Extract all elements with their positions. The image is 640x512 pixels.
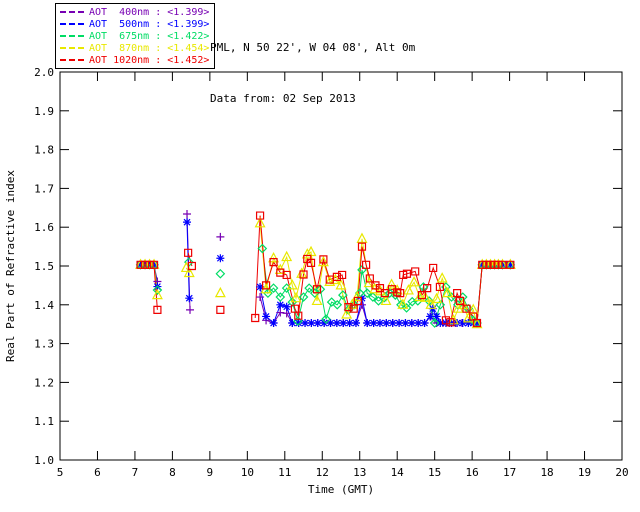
legend-item-aot-500nm: AOT 500nm : <1.399> xyxy=(60,18,209,30)
legend-item-aot-870nm: AOT 870nm : <1.454> xyxy=(60,42,209,54)
x-tick-label: 7 xyxy=(132,466,139,479)
legend-item-aot-675nm: AOT 675nm : <1.422> xyxy=(60,30,209,42)
plot-page: 5 6 7 8 9 10 11 12 13 14 15 16 17 18 19 20 1.0 1.1 1.2 1.3 1… xyxy=(0,0,640,512)
asterisk-marker xyxy=(351,319,360,328)
y-tick-label: 1.2 xyxy=(34,376,54,389)
y-tick-label: 1.8 xyxy=(34,144,54,157)
x-tick-label: 8 xyxy=(169,466,176,479)
y-tick-label: 1.7 xyxy=(34,182,54,195)
plot-header: PML, N 50 22', W 04 08', Alt 0m Data fro… xyxy=(210,5,415,141)
x-tick-label: 11 xyxy=(278,466,291,479)
triangle-marker xyxy=(214,286,226,298)
legend-label: AOT 500nm : <1.399> xyxy=(89,18,210,30)
asterisk-marker xyxy=(216,254,225,263)
y-tick-label: 1.6 xyxy=(34,221,54,234)
legend: AOT 400nm : <1.399> AOT 500nm : <1.399> AO… xyxy=(55,3,216,69)
y-tick-label: 1.5 xyxy=(34,260,54,273)
series-line-aot-1020nm xyxy=(140,264,158,310)
asterisk-marker xyxy=(185,294,194,303)
date-info: Data from: 02 Sep 2013 xyxy=(210,92,356,105)
legend-item-aot-400nm: AOT 400nm : <1.399> xyxy=(60,6,209,18)
x-tick-label: 5 xyxy=(57,466,64,479)
asterisk-marker xyxy=(276,300,285,309)
plus-marker xyxy=(183,210,192,219)
plus-marker xyxy=(216,232,225,241)
y-tick-label: 1.9 xyxy=(34,105,54,118)
asterisk-marker xyxy=(183,218,192,227)
y-tick-label: 1.1 xyxy=(34,415,54,428)
plus-marker xyxy=(186,305,195,314)
x-tick-label: 12 xyxy=(316,466,329,479)
y-axis-title: Real Part of Refractive index xyxy=(4,170,17,362)
station-info: PML, N 50 22', W 04 08', Alt 0m xyxy=(210,41,416,54)
legend-line-sample xyxy=(60,59,84,61)
x-tick-label: 14 xyxy=(391,466,405,479)
legend-line-sample xyxy=(60,47,84,49)
x-axis-title: Time (GMT) xyxy=(308,483,374,496)
diamond-marker xyxy=(215,268,226,279)
legend-line-sample xyxy=(60,35,84,37)
x-tick-label: 20 xyxy=(615,466,628,479)
x-tick-label: 13 xyxy=(353,466,366,479)
legend-line-sample xyxy=(60,23,84,25)
y-tick-label: 1.4 xyxy=(34,299,54,312)
legend-label: AOT 675nm : <1.422> xyxy=(89,30,210,42)
x-tick-label: 18 xyxy=(540,466,553,479)
legend-line-sample xyxy=(60,11,84,13)
x-tick-label: 19 xyxy=(578,466,591,479)
asterisk-marker xyxy=(262,312,271,321)
legend-label: AOT 1020nm : <1.452> xyxy=(89,54,210,66)
legend-item-aot-1020nm: AOT 1020nm : <1.452> xyxy=(60,54,209,66)
legend-label: AOT 870nm : <1.454> xyxy=(89,42,210,54)
x-tick-label: 17 xyxy=(503,466,516,479)
plus-marker xyxy=(276,308,285,317)
x-tick-label: 6 xyxy=(94,466,101,479)
asterisk-marker xyxy=(269,319,278,328)
x-tick-label: 15 xyxy=(428,466,441,479)
y-tick-label: 1.0 xyxy=(34,454,54,467)
x-tick-label: 16 xyxy=(466,466,479,479)
square-marker xyxy=(216,305,225,314)
legend-label: AOT 400nm : <1.399> xyxy=(89,6,210,18)
asterisk-marker xyxy=(420,319,429,328)
x-tick-label: 10 xyxy=(241,466,254,479)
y-tick-label: 2.0 xyxy=(34,66,54,79)
y-tick-label: 1.3 xyxy=(34,338,54,351)
x-tick-label: 9 xyxy=(207,466,214,479)
